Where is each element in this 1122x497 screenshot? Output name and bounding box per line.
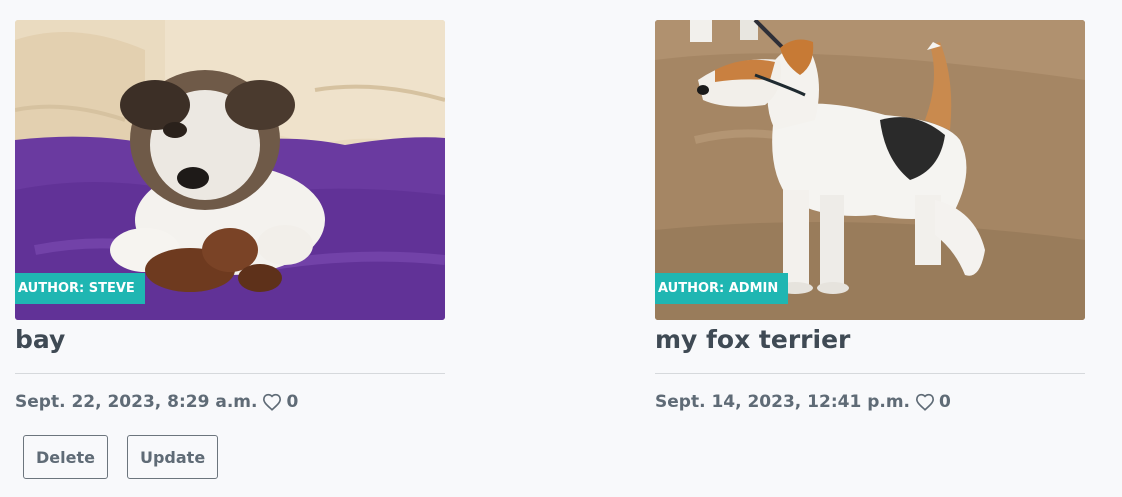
heart-icon[interactable] [915, 393, 935, 411]
post-meta: Sept. 22, 2023, 8:29 a.m. 0 [15, 390, 445, 414]
post-date: Sept. 14, 2023, 12:41 p.m. [655, 392, 910, 412]
like-count: 0 [286, 392, 299, 412]
post-title[interactable]: bay [15, 324, 445, 360]
divider [655, 373, 1085, 374]
post-card: AUTHOR: STEVE bay Sept. 22, 2023, 8:29 a… [15, 20, 445, 479]
post-actions: Delete Update [23, 435, 445, 479]
update-button[interactable]: Update [126, 435, 219, 479]
heart-icon[interactable] [262, 393, 282, 411]
post-date: Sept. 22, 2023, 8:29 a.m. [15, 392, 258, 412]
post-image[interactable]: AUTHOR: ADMIN [655, 20, 1085, 320]
post-title[interactable]: my fox terrier [655, 324, 1085, 360]
like-count: 0 [939, 392, 951, 412]
delete-button[interactable]: Delete [23, 435, 108, 479]
divider [15, 373, 445, 374]
post-card: AUTHOR: ADMIN my fox terrier Sept. 14, 2… [655, 20, 1085, 414]
author-badge: AUTHOR: ADMIN [655, 273, 789, 304]
post-image[interactable]: AUTHOR: STEVE [15, 20, 445, 320]
post-meta: Sept. 14, 2023, 12:41 p.m. 0 [655, 390, 1085, 414]
author-badge: AUTHOR: STEVE [15, 273, 145, 304]
